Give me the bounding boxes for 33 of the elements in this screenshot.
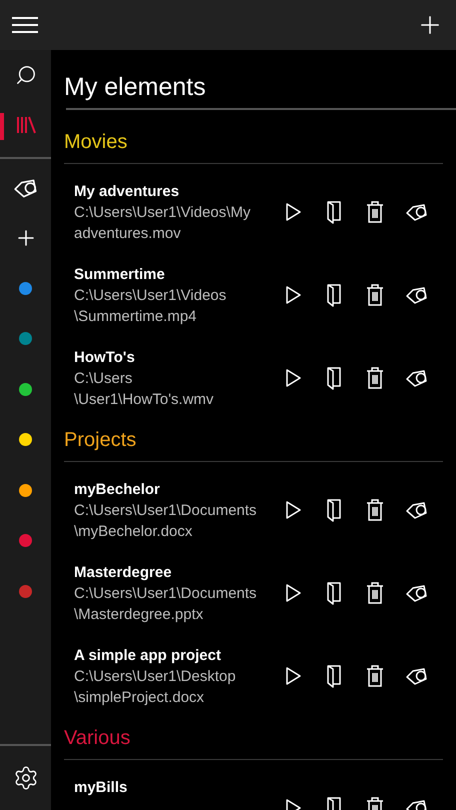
search-icon <box>14 64 36 86</box>
item-name: My adventures <box>74 182 180 202</box>
item-path: \Summertime.mp4 <box>74 307 198 327</box>
item-path: \User1\HowTo's.wmv <box>74 390 215 410</box>
item-path: C:\Users\User1\Documents <box>74 501 258 521</box>
item-path: \myBechelor.docx <box>74 522 194 542</box>
item-name: HowTo's <box>74 348 136 368</box>
item-path: \simpleProject.docx <box>74 688 206 708</box>
item-name: myBills <box>74 778 128 798</box>
item-path: adventures.mov <box>74 224 182 244</box>
delete-button[interactable] <box>364 664 386 688</box>
library-icon <box>14 115 36 135</box>
item-name: Summertime <box>74 265 166 285</box>
page-title: My elements <box>64 72 207 103</box>
delete-button[interactable] <box>364 498 386 522</box>
item-path: C:\Users <box>74 369 134 389</box>
gear-icon <box>12 765 38 791</box>
item-path: C:\Users\User1\Videos <box>74 286 228 306</box>
item-path: C:\Users\User1\Videos\My <box>74 203 252 223</box>
delete-button[interactable] <box>364 581 386 605</box>
item-name: Masterdegree <box>74 563 173 583</box>
delete-button[interactable] <box>364 200 386 224</box>
section-header: Projects <box>64 428 138 453</box>
section-header: Various <box>64 726 132 751</box>
item-name: A simple app project <box>74 646 222 666</box>
section-header: Movies <box>64 130 128 155</box>
item-path: \Masterdegree.pptx <box>74 605 204 625</box>
item-path: C:\Users\User1\Desktop <box>74 667 237 687</box>
delete-button[interactable] <box>364 283 386 307</box>
item-name: myBechelor <box>74 480 161 500</box>
delete-button[interactable] <box>364 366 386 390</box>
menu-button[interactable] <box>12 15 38 35</box>
item-path: C:\Users\User1\Documents <box>74 584 258 604</box>
